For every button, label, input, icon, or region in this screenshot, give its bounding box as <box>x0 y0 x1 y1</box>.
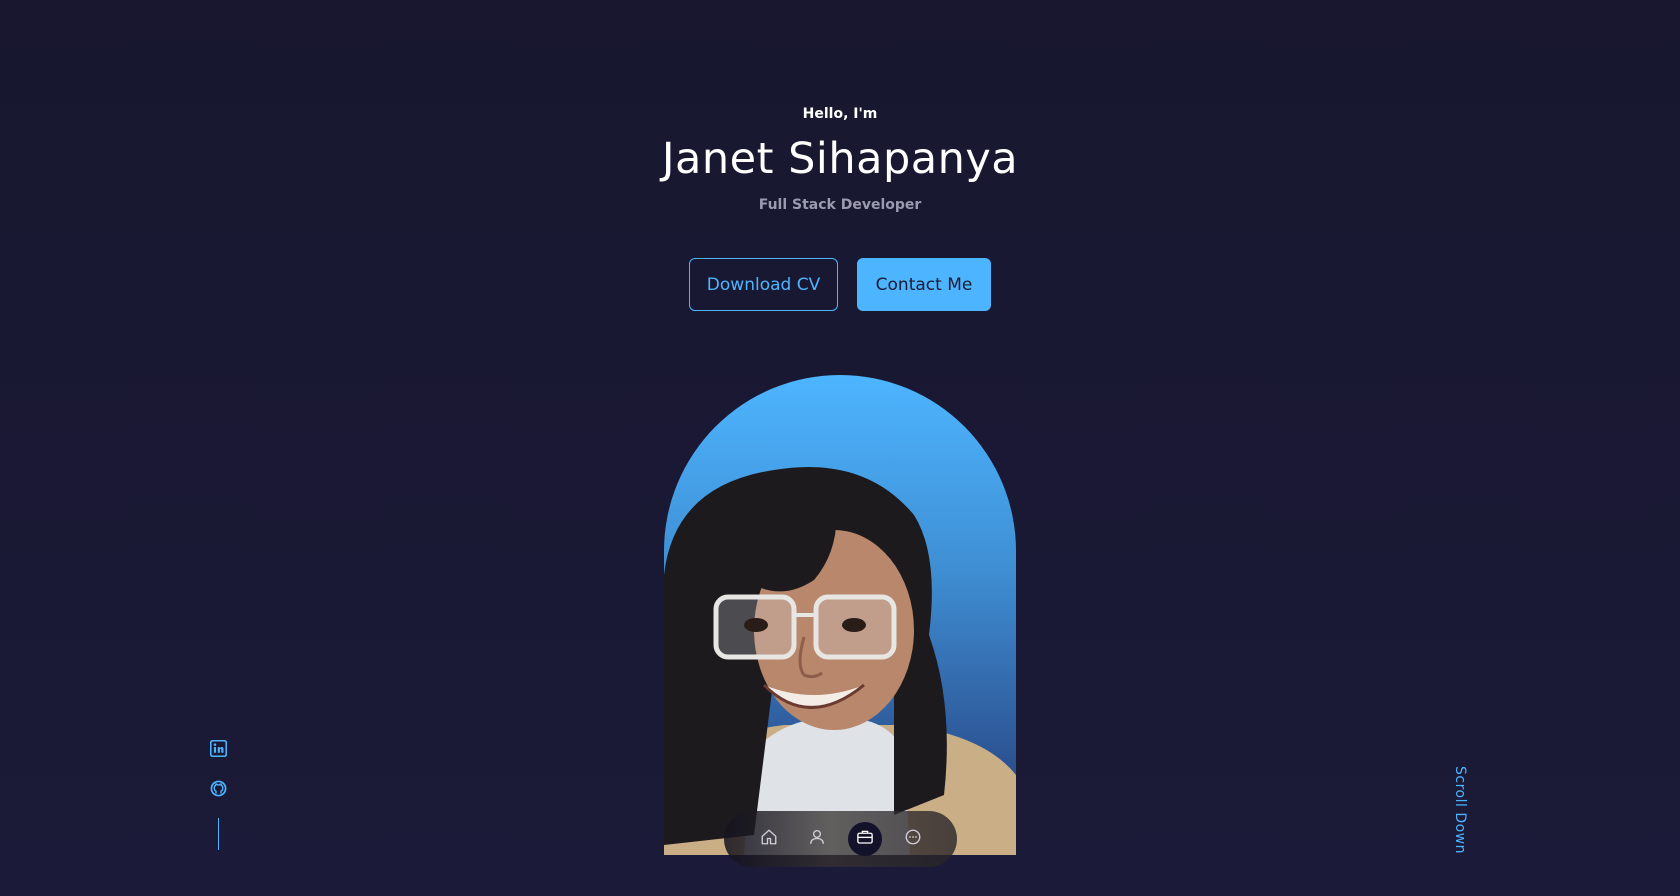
role-subtitle: Full Stack Developer <box>758 197 922 213</box>
greeting-text: Hello, I'm <box>802 106 878 122</box>
github-link[interactable] <box>208 780 228 800</box>
linkedin-link[interactable] <box>208 739 228 761</box>
profile-photo <box>664 375 1016 855</box>
nav-contact[interactable] <box>896 822 930 856</box>
contact-me-button[interactable]: Contact Me <box>857 258 991 311</box>
hero-section: Hello, I'm Janet Sihapanya Full Stack De… <box>0 0 1680 896</box>
briefcase-icon <box>856 828 874 850</box>
page-title: Janet Sihapanya <box>661 134 1019 184</box>
chat-icon <box>904 828 922 850</box>
download-cv-button[interactable]: Download CV <box>689 258 838 311</box>
home-icon <box>760 828 778 850</box>
bottom-nav <box>724 811 957 867</box>
scroll-down-link[interactable]: Scroll Down <box>1452 766 1468 854</box>
github-icon <box>210 780 227 801</box>
nav-about[interactable] <box>800 822 834 856</box>
linkedin-icon <box>209 739 227 761</box>
nav-home[interactable] <box>752 822 786 856</box>
nav-experience[interactable] <box>847 822 882 856</box>
social-links <box>207 739 229 850</box>
divider-line <box>217 818 219 850</box>
user-icon <box>808 828 826 850</box>
